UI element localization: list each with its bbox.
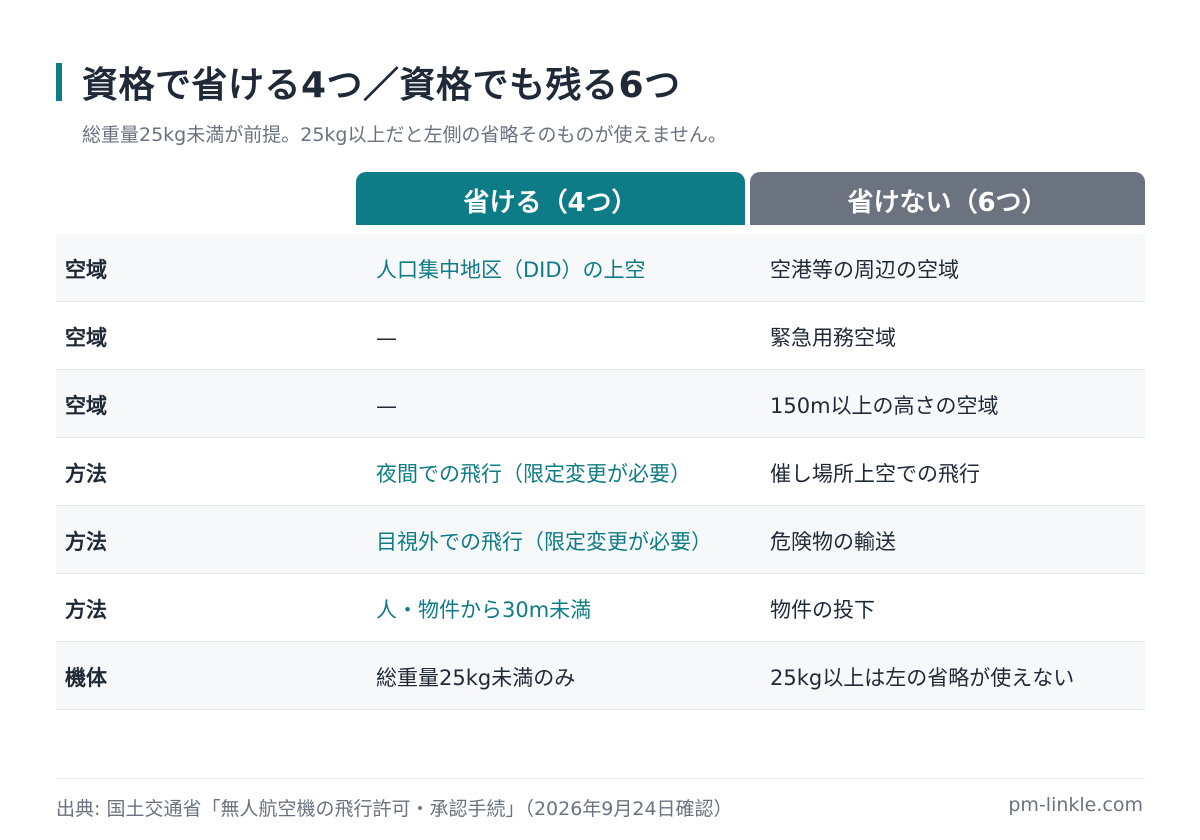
site-url: pm-linkle.com <box>1008 794 1143 816</box>
title-accent-bar <box>56 63 62 101</box>
can-skip-cell: 人・物件から30m未満 <box>376 598 592 622</box>
column-header-cannot-skip: 省けない（6つ） <box>750 172 1145 225</box>
page-subtitle: 総重量25kg未満が前提。25kg以上だと左側の省略そのものが使えません。 <box>82 124 727 146</box>
row-category: 空域 <box>65 394 107 418</box>
can-skip-cell: 総重量25kg未満のみ <box>376 666 576 690</box>
cannot-skip-cell: 物件の投下 <box>770 598 875 622</box>
cannot-skip-cell: 150m以上の高さの空域 <box>770 394 999 418</box>
table-row: 空域 — 緊急用務空域 <box>56 302 1145 370</box>
row-category: 方法 <box>65 530 107 554</box>
cannot-skip-cell: 危険物の輸送 <box>770 530 896 554</box>
can-skip-cell: — <box>376 394 397 418</box>
row-category: 方法 <box>65 598 107 622</box>
source-citation: 出典: 国土交通省「無人航空機の飛行許可・承認手続」（2026年9月24日確認） <box>56 798 733 820</box>
footer-divider <box>56 778 1145 779</box>
can-skip-cell: 人口集中地区（DID）の上空 <box>376 258 646 282</box>
comparison-table: 空域 人口集中地区（DID）の上空 空港等の周辺の空域 空域 — 緊急用務空域 … <box>56 234 1145 710</box>
table-row: 方法 人・物件から30m未満 物件の投下 <box>56 574 1145 642</box>
can-skip-cell: — <box>376 326 397 350</box>
cannot-skip-cell: 空港等の周辺の空域 <box>770 258 959 282</box>
row-category: 方法 <box>65 462 107 486</box>
cannot-skip-cell: 25kg以上は左の省略が使えない <box>770 666 1075 690</box>
cannot-skip-cell: 催し場所上空での飛行 <box>770 462 980 486</box>
table-row: 方法 目視外での飛行（限定変更が必要） 危険物の輸送 <box>56 506 1145 574</box>
cannot-skip-cell: 緊急用務空域 <box>770 326 896 350</box>
row-category: 空域 <box>65 258 107 282</box>
table-row: 方法 夜間での飛行（限定変更が必要） 催し場所上空での飛行 <box>56 438 1145 506</box>
table-row: 機体 総重量25kg未満のみ 25kg以上は左の省略が使えない <box>56 642 1145 710</box>
can-skip-cell: 夜間での飛行（限定変更が必要） <box>376 462 691 486</box>
column-header-can-skip: 省ける（4つ） <box>356 172 745 225</box>
page-title: 資格で省ける4つ／資格でも残る6つ <box>82 65 681 106</box>
table-row: 空域 人口集中地区（DID）の上空 空港等の周辺の空域 <box>56 234 1145 302</box>
can-skip-cell: 目視外での飛行（限定変更が必要） <box>376 530 712 554</box>
row-category: 空域 <box>65 326 107 350</box>
title-block: 資格で省ける4つ／資格でも残る6つ <box>56 62 681 106</box>
row-category: 機体 <box>65 666 107 690</box>
table-row: 空域 — 150m以上の高さの空域 <box>56 370 1145 438</box>
